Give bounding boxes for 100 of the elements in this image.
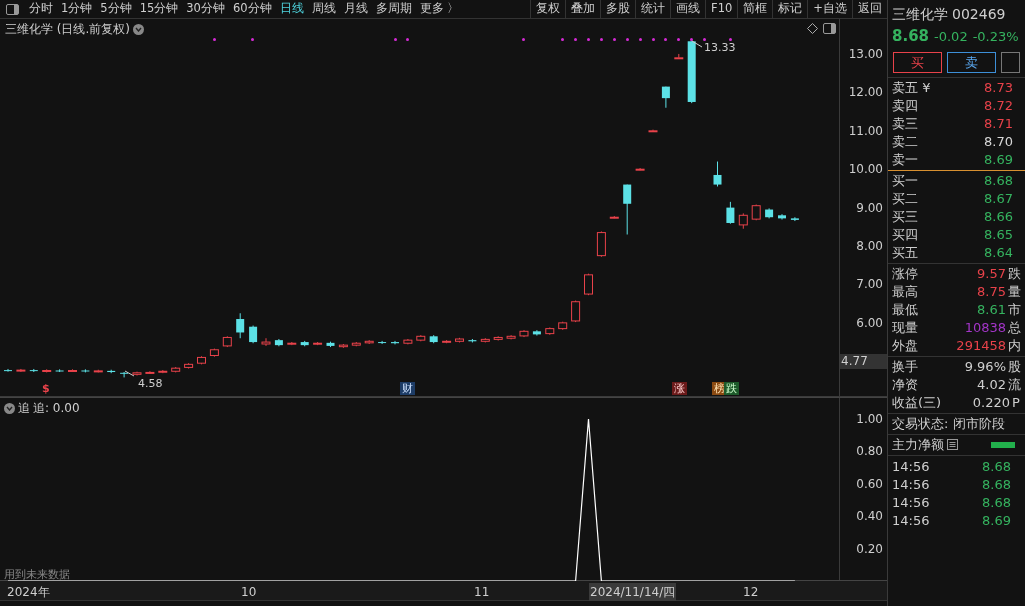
order-price: 8.69 (984, 150, 1013, 169)
period-tab[interactable]: 周线 (307, 0, 340, 18)
trade-button[interactable]: 买 (893, 51, 943, 73)
candle (468, 338, 477, 343)
trade-button[interactable]: 卖 (947, 51, 997, 73)
period-tab[interactable]: 日线 (275, 0, 308, 18)
main-force-label: 主力净额 (892, 435, 944, 454)
tick-price: 8.68 (982, 475, 1011, 494)
stat-label: 量 (1008, 282, 1021, 301)
order-price: 8.71 (984, 114, 1013, 133)
period-tab[interactable]: 30分钟 (182, 0, 229, 18)
stat-value: 4.02 (976, 375, 1006, 394)
candle (93, 369, 103, 373)
order-level-label: 买二 (892, 189, 918, 208)
high-price-label: 13.33 (704, 40, 736, 56)
period-tab[interactable]: 60分钟 (228, 0, 276, 18)
order-price: 8.64 (984, 243, 1013, 262)
toolbar-button[interactable]: 返回 (852, 0, 887, 18)
toolbar-button[interactable]: F10 (705, 0, 738, 18)
candle (378, 340, 387, 345)
candle (236, 312, 245, 339)
candle (519, 329, 529, 338)
period-tab[interactable]: 月线 (339, 0, 372, 18)
period-tab[interactable]: 更多 〉 (415, 0, 464, 18)
toolbar-button[interactable]: +自选 (807, 0, 852, 18)
order-level-label: 卖五 ¥ (892, 78, 931, 97)
net-flow-bar (991, 441, 1015, 448)
order-level-label: 买一 (892, 171, 918, 190)
toolbar-button[interactable]: 复权 (530, 0, 566, 18)
candle (623, 184, 632, 235)
toolbar-button[interactable]: 标记 (772, 0, 808, 18)
toolbar-button[interactable]: 统计 (635, 0, 671, 18)
stat-label: 现量 (892, 318, 919, 337)
candle (300, 340, 309, 347)
period-tab[interactable]: 5分钟 (96, 0, 136, 18)
order-level-label: 卖二 (892, 132, 918, 151)
order-level-label: 买五 (892, 243, 918, 262)
period-tab[interactable]: 多周期 (371, 0, 416, 18)
period-tab[interactable]: 1分钟 (57, 0, 97, 18)
chart-title: 三维化学 (日线.前复权) (5, 21, 130, 38)
toolbar-button[interactable]: 简框 (737, 0, 773, 18)
candle (596, 230, 606, 258)
chevron-icon[interactable] (4, 402, 15, 414)
order-level-label: 买三 (892, 207, 918, 226)
stat-label: 流 (1008, 375, 1021, 394)
leader-line (124, 370, 135, 377)
percent-change: -0.23% (972, 28, 1019, 46)
candle (313, 341, 323, 346)
candle (506, 334, 516, 340)
candle (338, 343, 348, 349)
tick-price: 8.68 (982, 457, 1011, 476)
toolbar-button[interactable]: 画线 (670, 0, 706, 18)
period-tab[interactable]: 分时 (25, 0, 57, 18)
candle (145, 370, 155, 375)
event-marker[interactable]: 涨 (672, 382, 687, 395)
order-level-label: 卖四 (892, 96, 918, 115)
candle (184, 362, 194, 370)
axis-label: 9.00 (856, 200, 883, 215)
axis-label: 11.00 (848, 123, 883, 138)
tick-time: 14:56 (892, 511, 930, 530)
candle (455, 337, 464, 343)
tick-time: 14:56 (892, 493, 930, 512)
diamond-icon[interactable] (807, 23, 818, 34)
toolbar-button[interactable]: 多股 (600, 0, 636, 18)
candle (545, 326, 555, 336)
event-marker[interactable]: 财 (400, 382, 415, 395)
candle (442, 339, 452, 344)
stat-value: 0.220 (971, 393, 1010, 412)
order-level-label: 买四 (892, 225, 918, 244)
period-tab[interactable]: 15分钟 (135, 0, 183, 18)
candle (29, 368, 38, 373)
candle (558, 321, 568, 331)
stat-value: 9.57 (976, 264, 1006, 283)
axis-label: 8.00 (856, 239, 883, 253)
panel-toggle-icon[interactable] (823, 23, 836, 34)
toolbar-button[interactable]: 叠加 (565, 0, 601, 18)
panel-toggle-icon[interactable] (6, 3, 19, 15)
candle (55, 368, 64, 373)
stat-value: 291458 (955, 336, 1006, 355)
stat-label: 总 (1008, 318, 1021, 337)
candle (584, 273, 593, 296)
candle (261, 337, 271, 347)
candle (249, 325, 258, 344)
chevron-icon[interactable] (133, 23, 144, 35)
stat-label: 外盘 (892, 336, 919, 355)
event-marker[interactable]: 跌 (724, 382, 739, 395)
date-label: 2024年 (6, 584, 51, 601)
axis-label: 1.00 (856, 412, 883, 427)
list-icon[interactable] (947, 439, 958, 450)
candle (403, 338, 413, 345)
stat-label: 收益(三) (892, 393, 943, 412)
stat-label: 换手 (892, 357, 919, 376)
trade-button[interactable] (1001, 51, 1020, 73)
candle (726, 201, 735, 225)
event-marker[interactable]: $ (42, 382, 50, 395)
candle (120, 371, 129, 378)
tick-price: 8.68 (982, 493, 1011, 512)
candle (364, 339, 374, 345)
tick-time: 14:56 (892, 475, 930, 494)
date-label: 11 (473, 584, 491, 601)
